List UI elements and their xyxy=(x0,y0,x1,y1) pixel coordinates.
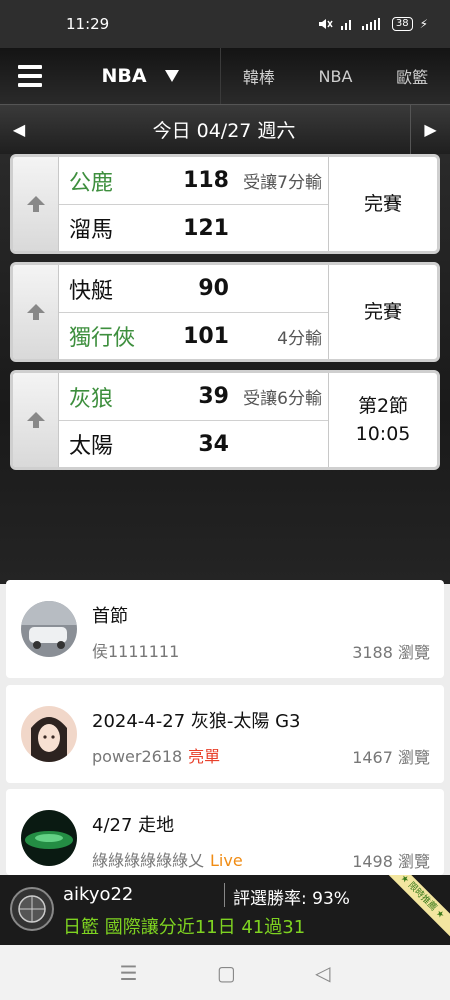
tab-korean-baseball[interactable]: 韓棒 xyxy=(243,64,275,88)
status-icons: 38 ⚡ xyxy=(317,17,428,31)
chevron-down-icon xyxy=(164,70,179,82)
post-tag: Live xyxy=(210,851,243,870)
post-views: 3188 瀏覽 xyxy=(352,643,430,662)
team-name: 獨行俠 xyxy=(69,326,136,351)
post-author-name: power2618 xyxy=(92,747,183,766)
teams: 快艇 90 獨行俠 101 4分輸 xyxy=(59,265,329,359)
recent-apps-icon[interactable]: ☰ xyxy=(120,961,138,985)
game-status: 完賽 xyxy=(329,157,437,251)
date-bar: ◀ 今日 04/27 週六 ▶ xyxy=(0,104,450,155)
tab-nba[interactable]: NBA xyxy=(319,67,353,86)
team-name: 公鹿 xyxy=(69,170,114,196)
team-name: 快艇 xyxy=(69,278,114,304)
post-views: 1498 瀏覽 xyxy=(352,852,430,871)
game-status-line1: 完賽 xyxy=(363,193,402,215)
basketball-logo-icon xyxy=(10,887,54,931)
game-status-line1: 第2節 xyxy=(357,395,409,417)
tab-euro-basketball[interactable]: 歐籃 xyxy=(396,64,428,88)
avatar xyxy=(21,810,77,866)
status-time: 11:29 xyxy=(66,15,110,33)
odds-result: 4分輸 xyxy=(277,328,322,349)
expand-button[interactable] xyxy=(13,265,59,359)
games-list: 公鹿 118 受讓7分輸 溜馬 121 完賽 快艇 90 獨行俠 101 4分輸… xyxy=(0,154,450,584)
post-author: power2618 亮單 xyxy=(92,743,220,767)
mute-icon xyxy=(318,19,333,29)
team-score: 121 xyxy=(183,215,229,241)
odds-result: 受讓6分輸 xyxy=(243,389,322,409)
arrow-up-icon xyxy=(26,412,45,428)
team-row-away: 太陽 34 xyxy=(59,420,328,467)
home-icon[interactable]: ▢ xyxy=(217,961,236,985)
league-label: NBA xyxy=(101,65,147,87)
odds-result: 受讓7分輸 xyxy=(243,173,322,193)
team-row-away: 獨行俠 101 4分輸 xyxy=(59,312,328,359)
team-name: 太陽 xyxy=(69,434,114,459)
post-title: 2024-4-27 灰狼-太陽 G3 xyxy=(92,711,301,732)
post-author: 侯1111111 xyxy=(92,642,180,661)
game-status-line1: 完賽 xyxy=(363,301,402,323)
arrow-up-icon xyxy=(26,196,45,212)
prev-date-button[interactable]: ◀ xyxy=(0,105,38,155)
post-item[interactable]: 2024-4-27 灰狼-太陽 G3 power2618 亮單 1467 瀏覽 xyxy=(6,685,444,783)
post-title: 首節 xyxy=(92,606,128,627)
expand-button[interactable] xyxy=(13,373,59,467)
team-score: 34 xyxy=(198,431,229,457)
banner-username: aikyo22 xyxy=(63,884,134,905)
post-item[interactable]: 首節 侯1111111 3188 瀏覽 xyxy=(6,580,444,678)
battery-icon: 38 xyxy=(391,17,413,31)
promo-banner[interactable]: aikyo22 評選勝率: 93% 日籃 國際讓分近11日 41過31 ★ 限時… xyxy=(0,875,450,945)
game-status-line2: 10:05 xyxy=(355,423,411,445)
avatar xyxy=(21,601,77,657)
hamburger-menu-button[interactable] xyxy=(0,48,60,104)
status-bar: 11:29 38 ⚡ xyxy=(0,0,450,48)
team-score: 39 xyxy=(198,384,229,409)
post-tag: 亮單 xyxy=(188,747,221,766)
team-row-away: 溜馬 121 xyxy=(59,204,328,251)
lte-icon xyxy=(361,18,380,30)
signal-icon xyxy=(340,20,351,30)
win-rate: 評選勝率: 93% xyxy=(233,889,350,909)
next-date-button[interactable]: ▶ xyxy=(410,104,450,155)
banner-pick: 日籃 國際讓分近11日 41過31 xyxy=(63,917,306,938)
game-card[interactable]: 公鹿 118 受讓7分輸 溜馬 121 完賽 xyxy=(10,154,440,254)
teams: 公鹿 118 受讓7分輸 溜馬 121 xyxy=(59,157,329,251)
team-row-home: 灰狼 39 受讓6分輸 xyxy=(59,373,328,420)
divider xyxy=(224,883,225,907)
teams: 灰狼 39 受讓6分輸 太陽 34 xyxy=(59,373,329,467)
charging-icon: ⚡ xyxy=(419,17,428,31)
game-status: 完賽 xyxy=(329,265,437,359)
game-card[interactable]: 快艇 90 獨行俠 101 4分輸 完賽 xyxy=(10,262,440,362)
team-score: 101 xyxy=(183,323,229,349)
league-dropdown[interactable]: NBA xyxy=(60,65,220,87)
team-row-home: 快艇 90 xyxy=(59,265,328,312)
app-header: NBA 韓棒 NBA 歐籃 xyxy=(0,48,450,104)
league-tabs: 韓棒 NBA 歐籃 xyxy=(220,48,450,104)
back-icon[interactable]: ◁ xyxy=(315,961,330,985)
post-views: 1467 瀏覽 xyxy=(352,748,430,767)
post-author-name: 綠綠綠綠綠綠乂 xyxy=(92,851,205,870)
date-label: 今日 04/27 週六 xyxy=(152,120,296,142)
team-name: 灰狼 xyxy=(69,386,114,412)
post-title: 4/27 走地 xyxy=(92,815,175,836)
game-card[interactable]: 灰狼 39 受讓6分輸 太陽 34 第2節 10:05 xyxy=(10,370,440,470)
team-score: 90 xyxy=(198,276,229,301)
expand-button[interactable] xyxy=(13,157,59,251)
arrow-up-icon xyxy=(26,304,45,320)
post-author: 綠綠綠綠綠綠乂 Live xyxy=(92,847,243,871)
avatar xyxy=(21,706,77,762)
system-nav-bar: ☰ ▢ ◁ xyxy=(0,945,450,1000)
team-name: 溜馬 xyxy=(69,218,114,243)
game-status: 第2節 10:05 xyxy=(329,373,437,467)
ribbon-badge: ★ 限時推薦 ★ xyxy=(388,875,450,937)
ribbon-label: ★ 限時推薦 ★ xyxy=(388,875,450,937)
post-item[interactable]: 4/27 走地 綠綠綠綠綠綠乂 Live 1498 瀏覽 xyxy=(6,789,444,875)
team-row-home: 公鹿 118 受讓7分輸 xyxy=(59,157,328,204)
team-score: 118 xyxy=(183,168,229,193)
